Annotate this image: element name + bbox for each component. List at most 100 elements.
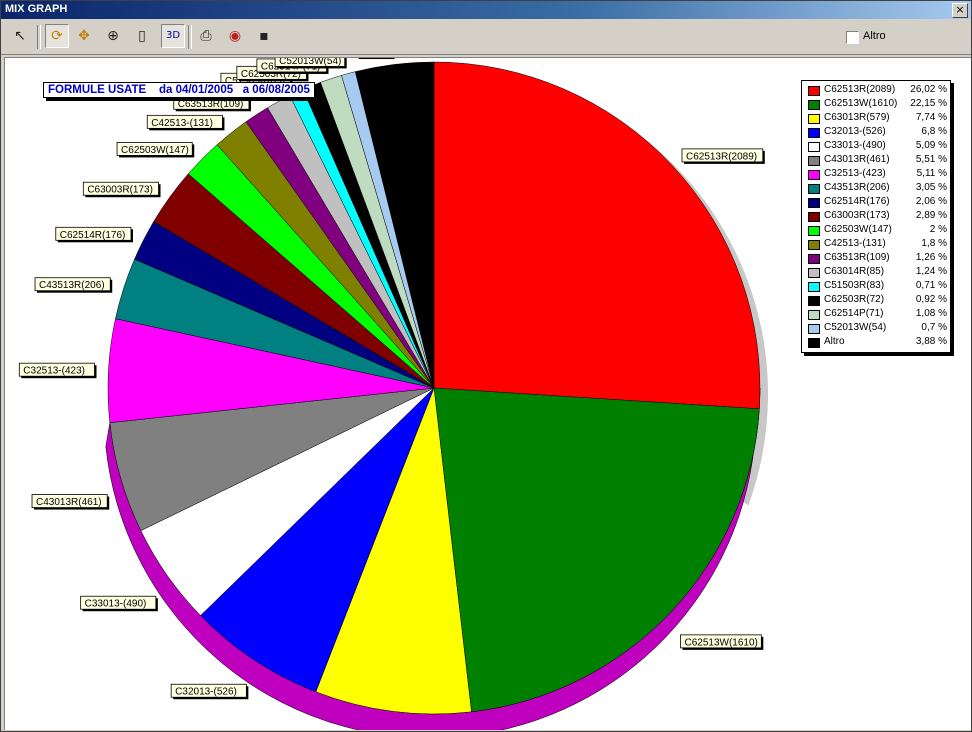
legend-label: C62514P(71) (824, 308, 884, 319)
legend-label: C63003R(173) (824, 210, 890, 221)
legend-swatch (808, 184, 820, 194)
slice-label-text: C62513W(1610) (685, 637, 758, 648)
slice-label: C32513-(423) (18, 362, 97, 379)
rotate-icon[interactable]: ⟳ (45, 24, 69, 48)
slice-label: C63003R(173) (82, 181, 161, 198)
legend-item: C63003R(173) 2,89 % (802, 209, 950, 223)
legend-label: C62503R(72) (824, 294, 885, 305)
slice-label: C63513R(109) (173, 95, 251, 112)
legend-swatch (808, 296, 820, 306)
chart-title: FORMULE USATE da 04/01/2005 a 06/08/2005 (43, 82, 315, 98)
3d-toggle-button[interactable]: 3D (161, 24, 185, 48)
legend-item: C63513R(109) 1,26 % (802, 251, 950, 265)
save-icon[interactable]: ▪ (253, 25, 275, 47)
zoom-icon[interactable]: ⊕ (102, 25, 124, 47)
legend-label: C32013-(526) (824, 126, 886, 137)
slice-label-text: C63513R(109) (178, 99, 244, 110)
legend-percent: 7,74 % (915, 112, 947, 123)
legend-percent: 22,15 % (910, 98, 947, 109)
legend-item: C62513R(2089) 26,02 % (802, 83, 950, 97)
altro-checkbox-label[interactable]: Altro (863, 30, 886, 42)
legend-swatch (808, 310, 820, 320)
legend-percent: 2,89 % (915, 210, 947, 221)
window-title: MIX GRAPH (5, 3, 68, 15)
legend-item: C32013-(526) 6,8 % (802, 125, 950, 139)
slice-label: C62514R(176) (55, 226, 133, 243)
legend-swatch (808, 254, 820, 264)
slice-label-text: C52013W(54) (279, 58, 341, 67)
legend-item: C62503W(147) 2 % (802, 223, 950, 237)
slice-label-text: C43013R(461) (36, 497, 102, 508)
legend-label: C63013R(579) (824, 112, 890, 123)
legend-item: C62514R(176) 2,06 % (802, 195, 950, 209)
slice-label: C52013W(54) (274, 58, 347, 69)
legend-label: C62513R(2089) (824, 84, 896, 95)
legend-item: C43013R(461) 5,51 % (802, 153, 950, 167)
legend-swatch (808, 240, 820, 250)
legend-swatch (808, 282, 820, 292)
legend-swatch (808, 86, 820, 96)
legend-percent: 3,88 % (915, 336, 947, 347)
slice-label: Altro (358, 58, 395, 60)
legend-swatch (808, 142, 820, 152)
title-bar[interactable]: MIX GRAPH × (1, 1, 971, 19)
legend-percent: 5,11 % (916, 168, 947, 179)
legend-label: C62503W(147) (824, 224, 892, 235)
toolbar-separator (188, 25, 192, 49)
legend-label: C43513R(206) (824, 182, 890, 193)
slice-label: C62513R(2089) (681, 148, 765, 164)
legend-swatch (808, 100, 820, 110)
legend-percent: 3,05 % (915, 182, 947, 193)
legend-label: C42513-(131) (824, 238, 886, 249)
legend-label: C51503R(83) (824, 280, 885, 291)
legend-label: C62514R(176) (824, 196, 890, 207)
legend-percent: 26,02 % (910, 84, 947, 95)
pie-slice[interactable] (433, 387, 760, 713)
legend-item: C62513W(1610) 22,15 % (802, 97, 950, 111)
legend-item: C63014R(85) 1,24 % (802, 265, 950, 279)
legend-item: C62514P(71) 1,08 % (802, 307, 950, 321)
legend-item: C62503R(72) 0,92 % (802, 293, 950, 307)
move-icon[interactable]: ✥ (73, 25, 95, 47)
altro-checkbox[interactable] (846, 31, 859, 44)
legend-percent: 2 % (929, 224, 947, 235)
legend-percent: 0,7 % (921, 322, 947, 333)
legend-item: C51503R(83) 0,71 % (802, 279, 950, 293)
legend-swatch (808, 198, 820, 208)
slice-label: C62503W(147) (116, 142, 195, 158)
print-icon[interactable]: ⎙ (195, 25, 217, 47)
page-icon[interactable]: ▯ (131, 25, 153, 47)
pie-slice[interactable] (433, 61, 761, 410)
legend-label: C63014R(85) (824, 266, 885, 277)
legend-percent: 1,8 % (921, 238, 947, 249)
slice-label-text: C62503W(147) (121, 145, 189, 156)
legend-swatch (808, 128, 820, 138)
slice-label-text: C62513R(2089) (686, 151, 757, 162)
chart-area: C62513R(2089) C62513W(1610) C63013R(579) C3… (4, 57, 971, 730)
palette-icon[interactable]: ◉ (224, 25, 246, 47)
legend-swatch (808, 324, 820, 334)
chart-legend: C62513R(2089) 26,02 % C62513W(1610) 22,15 %… (801, 80, 951, 353)
legend-swatch (808, 114, 820, 124)
slice-label: C43513R(206) (34, 277, 113, 293)
legend-percent: 5,09 % (915, 140, 947, 151)
slice-label-shadow (358, 58, 395, 60)
legend-label: C43013R(461) (824, 154, 890, 165)
legend-swatch (808, 226, 820, 236)
legend-item: C63013R(579) 7,74 % (802, 111, 950, 125)
legend-percent: 0,92 % (915, 294, 947, 305)
legend-item: Altro 3,88 % (802, 335, 950, 349)
legend-item: C52013W(54) 0,7 % (802, 321, 950, 335)
legend-percent: 1,26 % (915, 252, 947, 263)
legend-percent: 2,06 % (915, 196, 947, 207)
legend-percent: 1,24 % (915, 266, 947, 277)
legend-item: C33013-(490) 5,09 % (802, 139, 950, 153)
legend-swatch (808, 338, 820, 348)
legend-label: C63513R(109) (824, 252, 890, 263)
legend-swatch (808, 212, 820, 222)
toolbar-separator (37, 25, 41, 49)
close-button[interactable]: × (952, 3, 968, 18)
legend-percent: 1,08 % (915, 308, 947, 319)
pointer-icon[interactable]: ↖ (9, 25, 31, 47)
chart-window: MIX GRAPH × ↖ ⟳ ✥ ⊕ ▯ 3D ⎙ ◉ ▪ Altro C62… (0, 0, 972, 732)
